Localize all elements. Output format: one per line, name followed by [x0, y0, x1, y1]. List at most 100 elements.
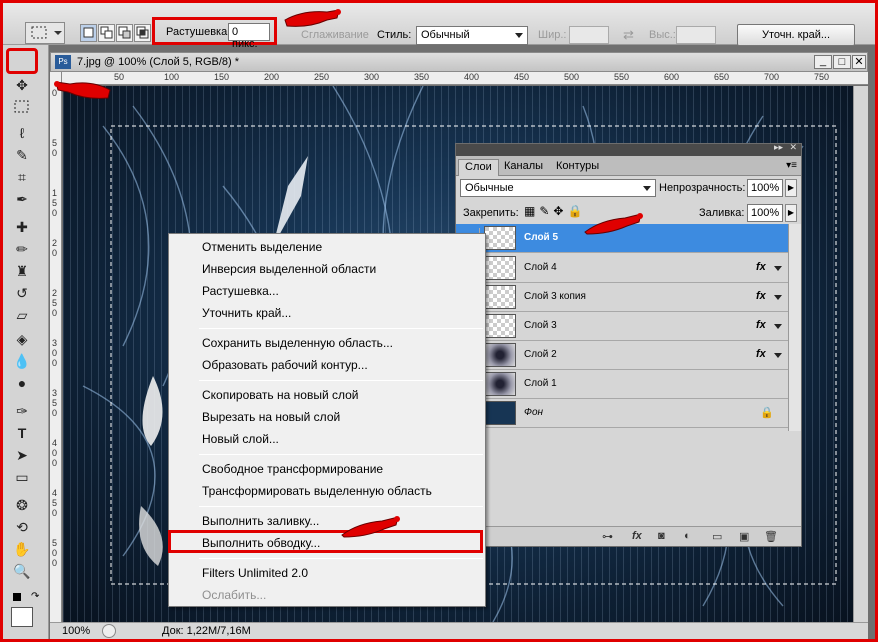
- menu-item-layer-via-cut[interactable]: Вырезать на новый слой: [202, 407, 340, 427]
- panel-header[interactable]: ▸▸ ✕: [456, 142, 801, 156]
- adjustment-layer-icon[interactable]: ◐: [684, 530, 691, 542]
- shape-tool-icon[interactable]: ▭: [11, 467, 33, 487]
- default-colors-icon[interactable]: [13, 593, 21, 601]
- menu-item-new-layer[interactable]: Новый слой...: [202, 429, 279, 449]
- fx-icon[interactable]: fx: [756, 348, 766, 360]
- menu-item-free-transform[interactable]: Свободное трансформирование: [202, 459, 383, 479]
- layer-name: Фон: [524, 407, 544, 418]
- 3d-rotate-tool-icon[interactable]: ❂: [11, 495, 33, 515]
- style-select[interactable]: Обычный: [416, 26, 528, 45]
- chevron-down-icon[interactable]: [774, 295, 782, 300]
- healing-brush-tool-icon[interactable]: ✚: [11, 217, 33, 237]
- collapse-icon[interactable]: ▸▸: [774, 142, 783, 153]
- fill-slider-toggle[interactable]: ▶: [785, 204, 797, 222]
- path-selection-tool-icon[interactable]: ➤: [11, 445, 33, 465]
- fill-field[interactable]: 100%: [747, 204, 783, 222]
- tool-preset-picker[interactable]: [25, 22, 65, 44]
- intersect-selection-button[interactable]: [134, 24, 151, 42]
- add-mask-icon[interactable]: ◙: [658, 530, 665, 542]
- delete-layer-icon[interactable]: 🗑: [764, 530, 778, 543]
- blend-mode-select[interactable]: Обычные: [460, 179, 656, 197]
- refine-edge-button[interactable]: Уточн. край...: [737, 24, 855, 46]
- width-field[interactable]: [569, 26, 609, 44]
- opacity-field[interactable]: 100%: [747, 179, 783, 197]
- layer-row[interactable]: Слой 1: [456, 370, 788, 399]
- rect-marquee-tool-icon[interactable]: [11, 99, 33, 119]
- eraser-tool-icon[interactable]: ▱: [11, 305, 33, 325]
- lock-position-icon[interactable]: ✥: [553, 204, 567, 218]
- status-menu-icon[interactable]: [102, 624, 116, 638]
- layer-row[interactable]: Слой 3 fx: [456, 312, 788, 341]
- new-layer-icon[interactable]: ▣: [739, 530, 749, 543]
- subtract-selection-button[interactable]: [116, 24, 133, 42]
- close-icon[interactable]: ✕: [852, 55, 866, 69]
- menu-item-transform-selection[interactable]: Трансформировать выделенную область: [202, 481, 432, 501]
- menu-item-deselect[interactable]: Отменить выделение: [202, 237, 322, 257]
- zoom-level[interactable]: 100%: [62, 625, 90, 637]
- fx-icon[interactable]: fx: [756, 261, 766, 273]
- tab-layers[interactable]: Слои: [458, 159, 499, 176]
- chevron-down-icon[interactable]: [774, 324, 782, 329]
- lasso-tool-icon[interactable]: ℓ: [11, 123, 33, 143]
- layer-row[interactable]: Слой 2 fx: [456, 341, 788, 370]
- swap-icon[interactable]: ⇄: [623, 27, 634, 43]
- layer-row[interactable]: Фон 🔒: [456, 399, 788, 428]
- type-tool-icon[interactable]: T: [11, 423, 33, 443]
- opacity-slider-toggle[interactable]: ▶: [785, 179, 797, 197]
- gradient-tool-icon[interactable]: ◈: [11, 329, 33, 349]
- history-brush-tool-icon[interactable]: ↺: [11, 283, 33, 303]
- crop-tool-icon[interactable]: ⌗: [11, 167, 33, 187]
- maximize-icon[interactable]: □: [833, 55, 851, 69]
- layer-style-icon[interactable]: fx: [632, 530, 642, 542]
- minimize-icon[interactable]: _: [814, 55, 832, 69]
- 3d-orbit-tool-icon[interactable]: ⟲: [11, 517, 33, 537]
- menu-item-inverse[interactable]: Инверсия выделенной области: [202, 259, 376, 279]
- eyedropper-tool-icon[interactable]: ✒: [11, 189, 33, 209]
- lock-pixels-icon[interactable]: ✎: [539, 204, 553, 218]
- pen-tool-icon[interactable]: ✑: [11, 401, 33, 421]
- fx-icon[interactable]: fx: [756, 290, 766, 302]
- menu-item-feather[interactable]: Растушевка...: [202, 281, 279, 301]
- menu-item-save-selection[interactable]: Сохранить выделенную область...: [202, 333, 393, 353]
- chevron-down-icon[interactable]: [774, 353, 782, 358]
- document-tab[interactable]: Ps 7.jpg @ 100% (Слой 5, RGB/8) * _ □ ✕: [50, 52, 868, 72]
- dodge-tool-icon[interactable]: ●: [11, 373, 33, 393]
- close-icon[interactable]: ✕: [789, 142, 797, 153]
- foreground-color-swatch[interactable]: [11, 607, 33, 627]
- hand-tool-icon[interactable]: ✋: [11, 539, 33, 559]
- menu-item-make-work-path[interactable]: Образовать рабочий контур...: [202, 355, 368, 375]
- panel-menu-icon[interactable]: ▾≡: [786, 160, 797, 171]
- swap-colors-icon[interactable]: ↷: [31, 591, 39, 602]
- fx-icon[interactable]: fx: [756, 319, 766, 331]
- add-selection-button[interactable]: [98, 24, 115, 42]
- new-group-icon[interactable]: ▭: [712, 530, 722, 543]
- antialias-label[interactable]: Сглаживание: [301, 29, 369, 41]
- brush-tool-icon[interactable]: ✏: [11, 239, 33, 259]
- layer-row[interactable]: Слой 4 fx: [456, 254, 788, 283]
- document-title: 7.jpg @ 100% (Слой 5, RGB/8) *: [77, 56, 240, 68]
- menu-item-fill[interactable]: Выполнить заливку...: [202, 511, 319, 531]
- layer-row[interactable]: Слой 3 копия fx: [456, 283, 788, 312]
- height-field[interactable]: [676, 26, 716, 44]
- fill-label: Заливка:: [699, 207, 745, 219]
- move-tool-icon[interactable]: ✥: [11, 75, 33, 95]
- new-selection-button[interactable]: [80, 24, 97, 42]
- zoom-tool-icon[interactable]: 🔍: [11, 561, 33, 581]
- menu-item-layer-via-copy[interactable]: Скопировать на новый слой: [202, 385, 359, 405]
- feather-field[interactable]: 0 пикс.: [228, 23, 270, 50]
- rect-marquee-preset-icon: [31, 26, 62, 39]
- link-layers-icon[interactable]: ⊶: [602, 530, 613, 543]
- tab-paths[interactable]: Контуры: [550, 159, 605, 176]
- blur-tool-icon[interactable]: 💧: [11, 351, 33, 371]
- lock-transparency-icon[interactable]: ▦: [524, 204, 539, 218]
- status-bar: 100% Док: 1,22M/7,16M: [50, 622, 868, 639]
- vertical-scrollbar[interactable]: [853, 86, 868, 622]
- menu-item-filters-unlimited[interactable]: Filters Unlimited 2.0: [202, 563, 308, 583]
- layer-name: Слой 4: [524, 262, 557, 273]
- tab-channels[interactable]: Каналы: [498, 159, 549, 176]
- clone-stamp-tool-icon[interactable]: ♜: [11, 261, 33, 281]
- quick-selection-tool-icon[interactable]: ✎: [11, 145, 33, 165]
- chevron-down-icon[interactable]: [774, 266, 782, 271]
- layer-list-scrollbar[interactable]: [788, 224, 801, 431]
- menu-item-refine-edge[interactable]: Уточнить край...: [202, 303, 291, 323]
